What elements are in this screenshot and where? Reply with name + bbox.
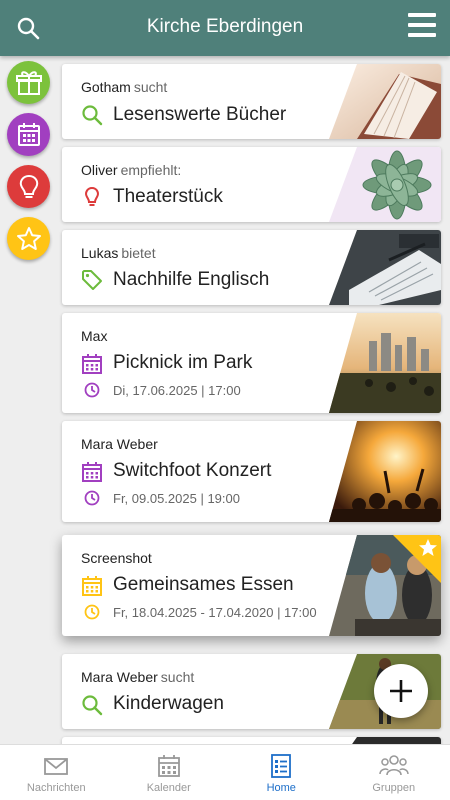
nav-label: Gruppen <box>372 782 416 794</box>
group-icon <box>379 755 409 776</box>
card-author: Screenshot <box>81 550 152 566</box>
card-image-succulent <box>329 147 441 222</box>
hamburger-menu-icon[interactable] <box>408 12 436 38</box>
card-title: Gemeinsames Essen <box>113 574 294 595</box>
clock-icon <box>84 490 100 506</box>
filter-favorites-button[interactable] <box>7 217 50 260</box>
nav-label: Kalender <box>146 782 191 794</box>
list-icon <box>271 754 292 778</box>
calendar-icon <box>82 354 102 374</box>
add-button[interactable] <box>374 664 428 718</box>
nav-label: Home <box>266 782 296 794</box>
feed-card-favorite[interactable]: Screenshot Gemeinsames Essen Fr, 18.04.2… <box>62 535 441 636</box>
lightbulb-icon <box>85 186 99 206</box>
clock-icon <box>84 604 100 620</box>
mail-icon <box>44 758 69 775</box>
bottom-navigation: Nachrichten Kalender Home Gruppen <box>0 744 450 800</box>
card-date: Di, 17.06.2025 | 17:00 <box>113 383 241 398</box>
calendar-icon <box>157 755 180 777</box>
feed-card[interactable]: Gotham sucht Lesenswerte Bücher <box>62 64 441 139</box>
card-image-park <box>329 313 441 413</box>
star-icon <box>419 539 437 556</box>
calendar-icon <box>82 576 102 596</box>
filter-calendar-button[interactable] <box>7 113 50 156</box>
gift-icon <box>15 70 42 95</box>
star-icon <box>16 226 41 250</box>
card-title: Kinderwagen <box>113 693 224 714</box>
card-author: Lukas <box>81 245 119 261</box>
card-title: Switchfoot Konzert <box>113 460 272 481</box>
card-image-study <box>329 230 441 305</box>
card-date: Fr, 09.05.2025 | 19:00 <box>113 491 240 506</box>
nav-item-gruppen[interactable]: Gruppen <box>338 745 450 800</box>
nav-item-kalender[interactable]: Kalender <box>113 745 226 800</box>
calendar-icon <box>17 122 40 146</box>
app-header: Kirche Eberdingen <box>0 0 450 56</box>
search-icon <box>82 695 103 716</box>
search-icon <box>82 105 103 126</box>
card-title: Nachhilfe Englisch <box>113 269 270 290</box>
feed-card[interactable]: Oliver empfiehlt: Theaterstück <box>62 147 441 222</box>
plus-icon <box>390 680 412 702</box>
feed-card[interactable]: Mara Weber Switchfoot Konzert Fr, 09.05.… <box>62 421 441 522</box>
nav-item-nachrichten[interactable]: Nachrichten <box>0 745 113 800</box>
clock-icon <box>84 382 100 398</box>
app-title: Kirche Eberdingen <box>146 16 304 37</box>
feed-card[interactable]: Lukas bietet Nachhilfe Englisch <box>62 230 441 305</box>
card-image-concert <box>329 421 441 522</box>
card-author: Mara Weber <box>81 436 158 452</box>
card-author: Max <box>81 328 108 344</box>
lightbulb-icon <box>19 174 38 198</box>
card-verb: sucht <box>160 669 195 685</box>
card-author: Gotham <box>81 79 131 95</box>
nav-label: Nachrichten <box>26 782 86 794</box>
card-image-book <box>329 64 441 139</box>
nav-item-home[interactable]: Home <box>225 745 338 800</box>
tag-icon <box>82 270 102 290</box>
card-author: Oliver <box>81 162 118 178</box>
feed-card[interactable]: Max Picknick im Park Di, 17.06.2025 | 17… <box>62 313 441 413</box>
filter-idea-button[interactable] <box>7 165 50 208</box>
card-verb: bietet <box>121 245 156 261</box>
card-title: Picknick im Park <box>113 352 253 373</box>
card-verb: empfiehlt: <box>120 162 182 178</box>
card-title: Theaterstück <box>113 186 223 207</box>
card-verb: sucht <box>133 79 168 95</box>
card-title: Lesenswerte Bücher <box>113 104 287 125</box>
calendar-icon <box>82 462 102 482</box>
card-date: Fr, 18.04.2025 - 17.04.2020 | 17:00 <box>113 605 317 620</box>
filter-gift-button[interactable] <box>7 61 50 104</box>
card-author: Mara Weber <box>81 669 158 685</box>
